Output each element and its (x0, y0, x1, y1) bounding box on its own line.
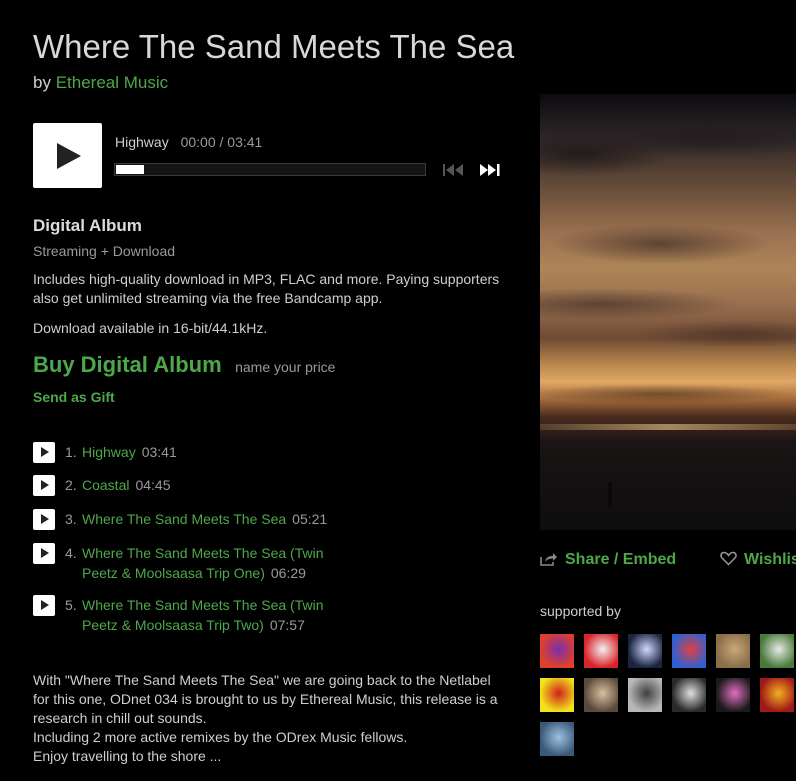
track-duration: 07:57 (269, 617, 305, 633)
skip-previous-icon[interactable] (442, 163, 466, 177)
track-title-link[interactable]: Highway (82, 444, 136, 460)
artist-byline: by Ethereal Music (33, 73, 168, 93)
track-play-icon[interactable] (33, 595, 55, 616)
fan-avatar[interactable] (760, 678, 794, 712)
supported-by-heading: supported by (540, 603, 621, 619)
fan-avatar[interactable] (540, 634, 574, 668)
album-artwork[interactable] (540, 94, 796, 530)
artist-link[interactable]: Ethereal Music (56, 73, 168, 92)
fan-avatar[interactable] (760, 634, 794, 668)
buy-row: Buy Digital Album name your price (33, 352, 335, 378)
track-play-icon[interactable] (33, 475, 55, 496)
fan-avatar[interactable] (540, 678, 574, 712)
track-number: 5. (65, 597, 77, 613)
fan-avatar[interactable] (584, 678, 618, 712)
track-number: 1. (65, 444, 77, 460)
heart-icon (720, 551, 737, 571)
track-play-icon[interactable] (33, 442, 55, 463)
fan-avatar[interactable] (716, 678, 750, 712)
track-number: 4. (65, 545, 77, 561)
share-embed-button[interactable]: Share / Embed (540, 551, 676, 571)
track-number: 2. (65, 477, 77, 493)
price-note: name your price (235, 359, 336, 375)
fan-avatar[interactable] (716, 634, 750, 668)
share-label: Share / Embed (565, 551, 677, 568)
track-title-link[interactable]: Where The Sand Meets The Sea (82, 511, 286, 527)
fan-avatar[interactable] (672, 634, 706, 668)
share-icon (540, 552, 558, 571)
format-title: Digital Album (33, 216, 142, 235)
by-prefix: by (33, 73, 51, 92)
buy-digital-album-button[interactable]: Buy Digital Album (33, 352, 222, 377)
now-playing: Highway 00:00 / 03:41 (115, 134, 262, 150)
artwork-clouds (540, 94, 796, 530)
about-line: With "Where The Sand Meets The Sea" we a… (33, 672, 498, 726)
download-note: Download available in 16-bit/44.1kHz. (33, 320, 268, 336)
play-button[interactable] (33, 123, 102, 188)
now-playing-title: Highway (115, 134, 169, 150)
format-description: Includes high-quality download in MP3, F… (33, 271, 500, 306)
progress-bar[interactable] (114, 163, 426, 176)
album-title: Where The Sand Meets The Sea (33, 28, 515, 65)
artwork-horizon (540, 424, 796, 430)
fan-avatar-grid (540, 634, 796, 774)
track-title-link[interactable]: Coastal (82, 477, 129, 493)
track-duration: 04:45 (135, 477, 171, 493)
about-line: Including 2 more active remixes by the O… (33, 729, 408, 745)
track-duration: 06:29 (270, 565, 306, 581)
fan-avatar[interactable] (628, 678, 662, 712)
track-play-icon[interactable] (33, 543, 55, 564)
wishlist-label: Wishlist (744, 551, 796, 568)
send-as-gift-link[interactable]: Send as Gift (33, 389, 115, 405)
album-about: With "Where The Sand Meets The Sea" we a… (33, 671, 503, 766)
track-duration: 03:41 (141, 444, 177, 460)
now-playing-time: 00:00 / 03:41 (180, 134, 263, 150)
track-play-icon[interactable] (33, 509, 55, 530)
progress-fill (116, 165, 144, 174)
fan-avatar[interactable] (672, 678, 706, 712)
fan-avatar[interactable] (628, 634, 662, 668)
track-number: 3. (65, 511, 77, 527)
track-duration: 05:21 (292, 511, 328, 527)
format-subtitle: Streaming + Download (33, 243, 176, 259)
wishlist-button[interactable]: Wishlist (720, 551, 796, 571)
skip-next-icon[interactable] (478, 163, 502, 177)
fan-avatar[interactable] (540, 722, 574, 756)
artwork-figure (608, 482, 612, 508)
fan-avatar[interactable] (584, 634, 618, 668)
about-line: Enjoy travelling to the shore ... (33, 748, 222, 764)
